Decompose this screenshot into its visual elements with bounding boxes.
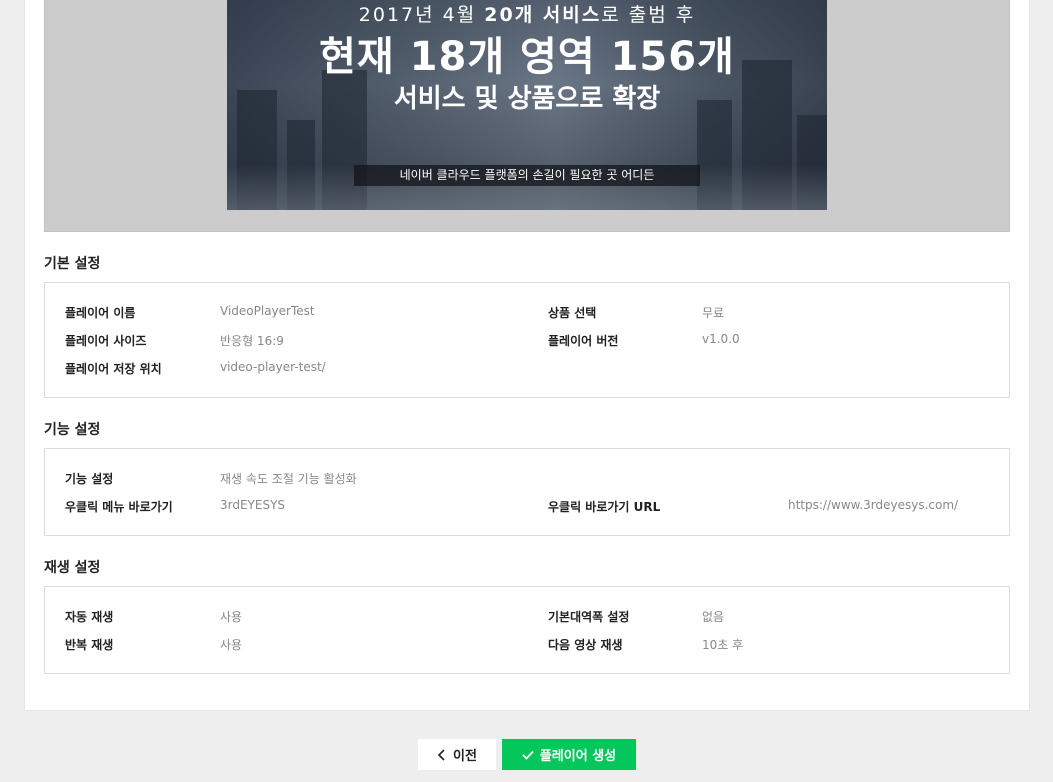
autoplay-value: 사용 — [220, 610, 243, 624]
bandwidth-value: 없음 — [702, 610, 725, 624]
feature-value: 재생 속도 조절 기능 활성화 — [220, 472, 357, 486]
player-version-label: 플레이어 버전 — [548, 334, 619, 348]
next-video-label: 다음 영상 재생 — [548, 638, 623, 652]
player-name-value: VideoPlayerTest — [220, 304, 315, 318]
player-size-value: 반응형 16:9 — [220, 334, 284, 348]
product-value: 무료 — [702, 306, 725, 320]
repeat-value: 사용 — [220, 638, 243, 652]
player-name-label: 플레이어 이름 — [65, 306, 136, 320]
player-size-label: 플레이어 사이즈 — [65, 334, 147, 348]
autoplay-label: 자동 재생 — [65, 610, 114, 624]
chevron-left-icon — [437, 748, 445, 761]
player-preview-area: 2017년 4월 20개 서비스로 출범 후 현재 18개 영역 156개 서비… — [44, 0, 1010, 232]
product-label: 상품 선택 — [548, 306, 597, 320]
feature-label: 기능 설정 — [65, 472, 114, 486]
feature-settings-title: 기능 설정 — [44, 422, 101, 438]
prev-button-label: 이전 — [453, 749, 477, 764]
storage-location-label: 플레이어 저장 위치 — [65, 362, 162, 376]
playback-settings-title: 재생 설정 — [44, 560, 101, 576]
next-video-value: 10초 후 — [702, 638, 744, 652]
video-preview[interactable]: 2017년 4월 20개 서비스로 출범 후 현재 18개 영역 156개 서비… — [227, 0, 827, 210]
rightclick-menu-label: 우클릭 메뉴 바로가기 — [65, 500, 173, 514]
video-headline-1: 2017년 4월 20개 서비스로 출범 후 — [358, 4, 696, 26]
create-player-button-label: 플레이어 생성 — [539, 749, 617, 764]
video-headline-2: 현재 18개 영역 156개 — [319, 34, 735, 80]
check-icon — [522, 750, 534, 760]
rightclick-url-value: https://www.3rdeyesys.com/ — [788, 498, 959, 512]
player-version-value: v1.0.0 — [702, 332, 740, 346]
basic-settings-box: 플레이어 이름 VideoPlayerTest 상품 선택 무료 플레이어 사이… — [44, 282, 1010, 398]
video-headline-3: 서비스 및 상품으로 확장 — [393, 84, 661, 114]
feature-settings-box: 기능 설정 재생 속도 조절 기능 활성화 우클릭 메뉴 바로가기 3rdEYE… — [44, 448, 1010, 536]
bandwidth-label: 기본대역폭 설정 — [548, 610, 630, 624]
rightclick-url-label: 우클릭 바로가기 URL — [548, 500, 661, 514]
prev-button[interactable]: 이전 — [418, 739, 496, 770]
repeat-label: 반복 재생 — [65, 638, 114, 652]
video-caption: 네이버 클라우드 플랫폼의 손길이 필요한 곳 어디든 — [354, 165, 700, 186]
create-player-button[interactable]: 플레이어 생성 — [502, 739, 636, 770]
storage-location-value: video-player-test/ — [220, 360, 326, 374]
basic-settings-title: 기본 설정 — [44, 256, 101, 272]
rightclick-menu-value: 3rdEYESYS — [220, 498, 286, 512]
playback-settings-box: 자동 재생 사용 기본대역폭 설정 없음 반복 재생 사용 다음 영상 재생 1… — [44, 586, 1010, 674]
